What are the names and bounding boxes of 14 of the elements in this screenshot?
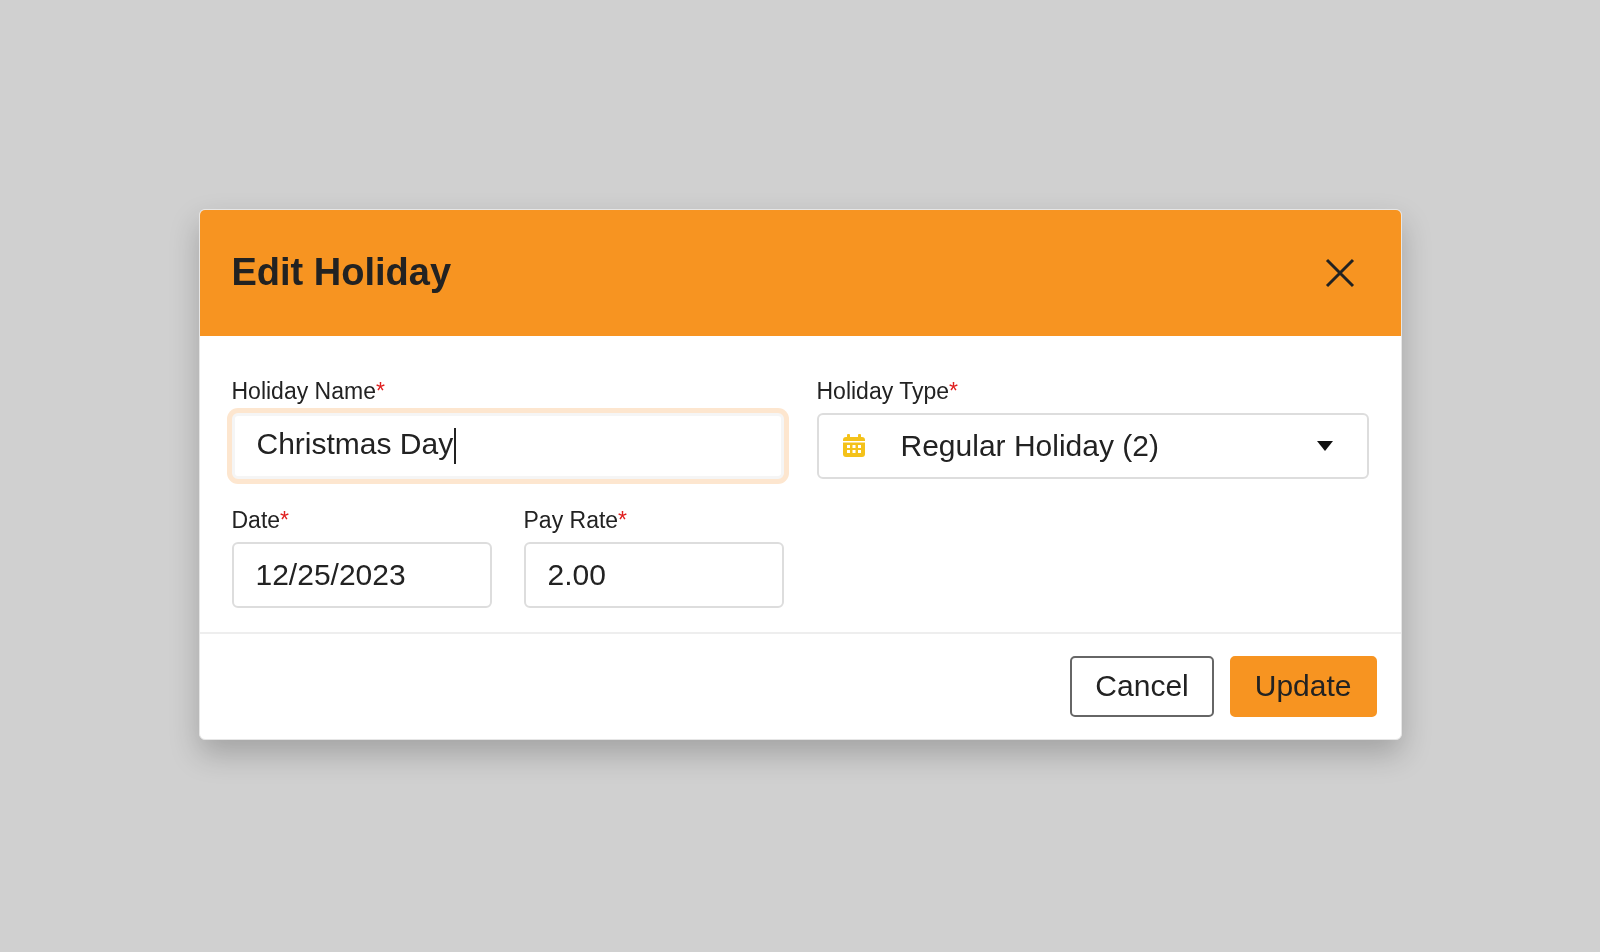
text-field[interactable]: 12/25/2023 bbox=[231, 541, 492, 608]
field-label: Date* bbox=[231, 506, 291, 534]
holiday-type-dropdown[interactable]: Regular Holiday (2) bbox=[816, 412, 1369, 479]
field-label: Holiday Name* bbox=[231, 377, 386, 405]
close-button[interactable] bbox=[1324, 257, 1355, 288]
field-label: Holiday Type* bbox=[816, 377, 959, 405]
text-field[interactable]: 2.00 bbox=[523, 541, 784, 608]
caret-down-icon bbox=[1316, 440, 1333, 451]
update-button[interactable]: Update bbox=[1229, 655, 1377, 717]
dialog-title: Edit Holiday bbox=[231, 251, 452, 294]
cancel-button[interactable]: Cancel bbox=[1070, 655, 1214, 717]
calendar-icon bbox=[840, 432, 867, 459]
text-cursor bbox=[454, 428, 457, 465]
field-label: Pay Rate* bbox=[523, 506, 629, 534]
